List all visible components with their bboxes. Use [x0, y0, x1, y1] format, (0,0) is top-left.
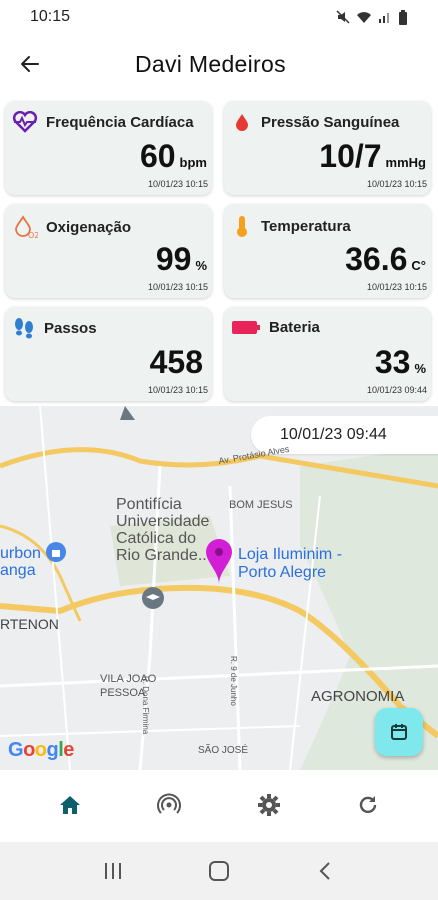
recent-apps-icon [105, 863, 121, 879]
bottom-navigation [0, 770, 438, 840]
thermometer-icon [237, 216, 247, 237]
card-unit: C° [411, 258, 426, 273]
card-value: 33 [374, 344, 411, 380]
map-label-bom-jesus: BOM JESUS [229, 499, 293, 511]
card-unit: % [414, 361, 426, 376]
map-label-sao-jose: SÃO JOSÉ [198, 745, 249, 756]
map-poi-left[interactable]: urbon anga [0, 545, 41, 579]
map-poi-university[interactable]: Pontifícia Universidade Católica do Rio … [116, 496, 211, 564]
chevron-left-icon [319, 862, 330, 880]
google-logo: Google [8, 739, 74, 761]
card-heart-rate[interactable]: Frequência Cardíaca 60 bpm 10/01/23 10:15 [5, 101, 212, 195]
map-label-street-9-junho: R. 9 de Junho [229, 656, 238, 706]
map-label-street-dona-firmina: R. Dona Firmina [141, 676, 150, 735]
card-unit: mmHg [385, 155, 426, 170]
heart-pulse-icon [12, 111, 38, 133]
battery-icon [232, 321, 260, 334]
arrow-left-icon [21, 56, 39, 72]
header: Davi Medeiros [0, 38, 438, 90]
card-timestamp: 10/01/23 10:15 [366, 179, 427, 189]
system-navigation-bar [0, 842, 438, 900]
wifi-icon [357, 12, 371, 23]
home-square-icon [209, 861, 229, 881]
card-label: Passos [44, 319, 97, 337]
home-icon [59, 796, 80, 814]
card-unit: bpm [179, 155, 207, 170]
nav-refresh[interactable] [340, 781, 396, 829]
card-label: Frequência Cardíaca [46, 113, 194, 131]
footsteps-icon [15, 318, 33, 339]
map-place-label[interactable]: Loja Iluminim - Porto Alegre [238, 546, 342, 582]
graduation-cap-icon [142, 587, 164, 609]
status-time: 10:15 [30, 8, 71, 25]
card-timestamp: 10/01/23 10:15 [147, 282, 208, 292]
card-blood-pressure[interactable]: Pressão Sanguínea 10/7 mmHg 10/01/23 10:1… [224, 101, 431, 195]
status-icons [336, 9, 408, 25]
card-timestamp: 10/01/23 10:15 [366, 282, 427, 292]
card-oxygenation[interactable]: O2 Oxigenação 99% 10/01/23 10:15 [5, 204, 212, 298]
card-steps[interactable]: Passos 458 10/01/23 10:15 [5, 307, 212, 401]
nav-home[interactable] [42, 781, 98, 829]
location-pin-icon[interactable] [204, 537, 234, 587]
shopping-bag-icon [46, 542, 66, 562]
card-label: Temperatura [261, 217, 351, 235]
card-value: 60 [139, 138, 176, 174]
back-button[interactable] [0, 38, 60, 90]
card-label: Bateria [269, 318, 320, 336]
map-label-agronomia: AGRONOMIA [311, 688, 405, 705]
card-value: 458 [149, 344, 203, 380]
status-bar: 10:15 [0, 0, 438, 34]
oxygen-drop-icon: O2 [15, 215, 38, 240]
card-value: 36.6 [345, 241, 408, 277]
location-map[interactable]: 10/01/23 09:44 Pontifícia Universidade C… [0, 406, 438, 770]
nav-settings[interactable] [241, 781, 297, 829]
card-value: 10/7 [319, 138, 382, 174]
card-unit: % [195, 258, 207, 273]
card-label: Oxigenação [46, 218, 132, 236]
broadcast-icon [157, 793, 182, 814]
calendar-icon [391, 724, 407, 740]
vitals-grid: Frequência Cardíaca 60 bpm 10/01/23 10:15… [5, 101, 433, 401]
gear-icon [257, 794, 280, 816]
nav-signal[interactable] [141, 781, 197, 829]
svg-text:O2: O2 [28, 231, 38, 240]
home-system-button[interactable] [194, 851, 244, 891]
card-battery[interactable]: Bateria 33% 10/01/23 09:44 [224, 307, 431, 401]
card-timestamp: 10/01/23 09:44 [366, 385, 427, 395]
card-timestamp: 10/01/23 10:15 [147, 179, 208, 189]
card-temperature[interactable]: Temperatura 36.6 C° 10/01/23 10:15 [224, 204, 431, 298]
map-label-partenon: RTENON [0, 616, 59, 632]
card-value: 99 [155, 241, 192, 277]
refresh-icon [360, 796, 377, 814]
calendar-button[interactable] [375, 708, 423, 756]
mute-icon [336, 10, 350, 24]
blood-drop-icon [236, 114, 248, 131]
battery-status-icon [399, 9, 407, 25]
back-system-button[interactable] [300, 851, 350, 891]
card-timestamp: 10/01/23 10:15 [147, 385, 208, 395]
card-label: Pressão Sanguínea [261, 113, 400, 131]
page-title: Davi Medeiros [135, 50, 286, 77]
signal-icon [379, 13, 389, 23]
recent-apps-button[interactable] [88, 851, 138, 891]
